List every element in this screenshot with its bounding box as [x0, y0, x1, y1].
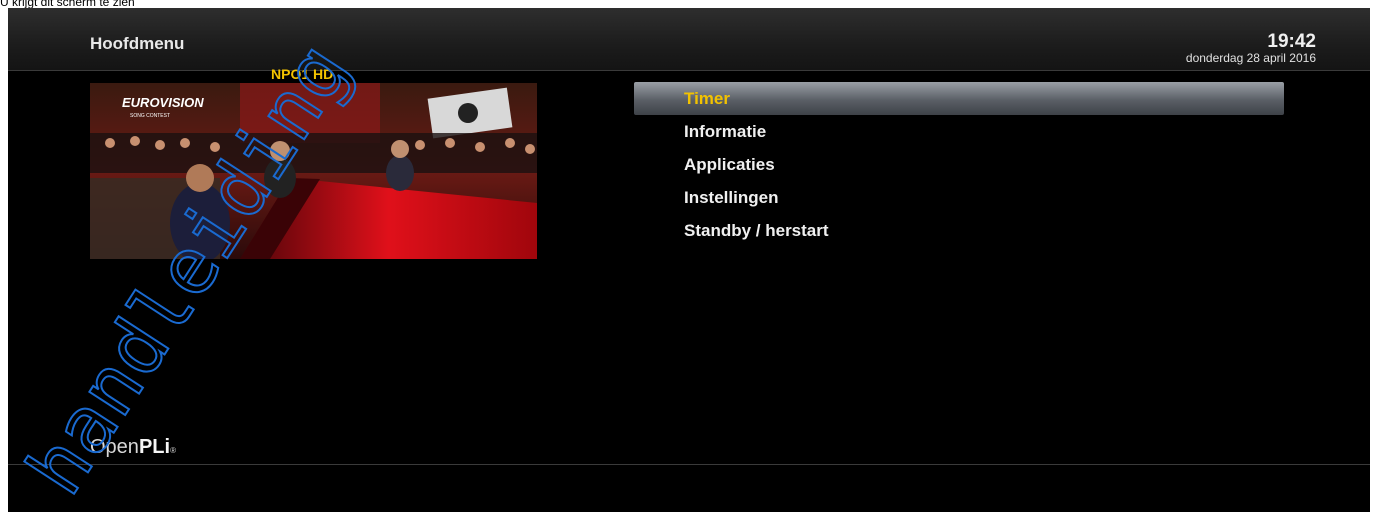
eurovision-logo-text: EUROVISION — [122, 95, 204, 110]
tv-preview-image: EUROVISION SONG CONTEST — [90, 83, 537, 259]
menu-item-informatie[interactable]: Informatie — [634, 115, 1284, 148]
registered-mark: ® — [170, 446, 176, 455]
page-title: Hoofdmenu — [90, 34, 185, 53]
eurovision-logo-subtext: SONG CONTEST — [130, 113, 170, 119]
header-bar: Hoofdmenu 19:42 donderdag 28 april 2016 — [8, 8, 1370, 71]
channel-name: NPO1 HD — [271, 66, 334, 82]
logo-text-light: Open — [90, 436, 139, 458]
openpli-logo: OpenPLi® — [90, 436, 176, 459]
tv-preview: EUROVISION SONG CONTEST — [90, 83, 537, 259]
main-menu: Timer Informatie Applicaties Instellinge… — [634, 82, 1284, 247]
clock: 19:42 — [1267, 31, 1316, 52]
tv-screen: Hoofdmenu 19:42 donderdag 28 april 2016 … — [8, 8, 1370, 512]
menu-item-applicaties[interactable]: Applicaties — [634, 148, 1284, 181]
logo-text-bold: PLi — [138, 436, 171, 458]
menu-item-standby-herstart[interactable]: Standby / herstart — [634, 214, 1284, 247]
date-label: donderdag 28 april 2016 — [1185, 51, 1316, 65]
footer-divider — [8, 464, 1370, 465]
menu-item-timer[interactable]: Timer — [634, 82, 1284, 115]
menu-item-instellingen[interactable]: Instellingen — [634, 181, 1284, 214]
